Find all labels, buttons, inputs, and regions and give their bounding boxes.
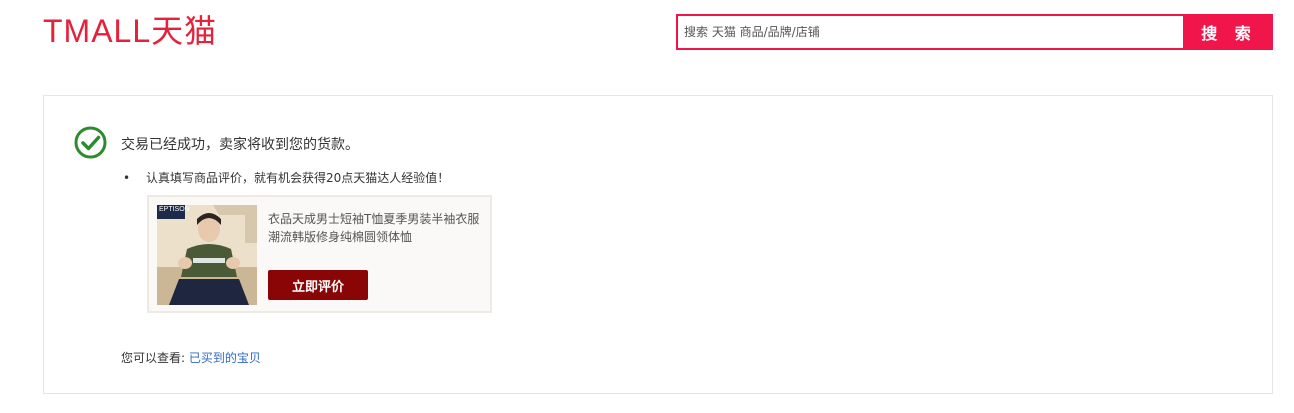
order-success-panel: 交易已经成功，卖家将收到您的货款。 • 认真填写商品评价，就有机会获得20点天猫… (43, 95, 1273, 394)
purchased-items-link[interactable]: 已买到的宝贝 (189, 351, 261, 365)
view-more-label: 您可以查看: (121, 351, 186, 365)
tmall-logo[interactable]: TMALL天猫 (43, 15, 217, 47)
product-card: EPTISON 衣品天成男士短袖T恤夏季男装半袖衣服潮流韩版修身纯棉圆领体恤 立… (147, 195, 492, 313)
review-tip: 认真填写商品评价，就有机会获得20点天猫达人经验值！ (146, 171, 450, 185)
search-input[interactable] (678, 16, 1183, 48)
check-circle-icon (74, 126, 107, 159)
logo-text: TMALL天猫 (43, 13, 218, 49)
view-more: 您可以查看: 已买到的宝贝 (121, 349, 261, 366)
brand-tag: EPTISON (159, 206, 190, 213)
product-image[interactable]: EPTISON (157, 205, 257, 305)
search-bar: 搜 索 (676, 14, 1273, 50)
search-button[interactable]: 搜 索 (1185, 14, 1273, 50)
bullet-dot: • (123, 171, 131, 185)
review-now-button[interactable]: 立即评价 (268, 270, 368, 300)
product-photo-icon (157, 205, 257, 305)
product-title[interactable]: 衣品天成男士短袖T恤夏季男装半袖衣服潮流韩版修身纯棉圆领体恤 (268, 210, 484, 246)
success-message: 交易已经成功，卖家将收到您的货款。 (121, 137, 359, 153)
